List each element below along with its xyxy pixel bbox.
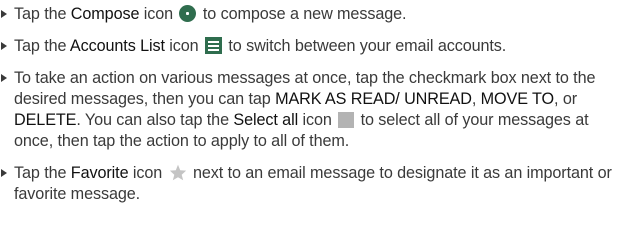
delete-label: DELETE [14, 111, 77, 129]
move-to-label: MOVE TO [480, 90, 555, 108]
list-item: Tap the Compose icon to compose a new me… [0, 4, 622, 25]
select-all-label: Select all [233, 111, 299, 129]
compose-label: Compose [70, 5, 140, 23]
list-item: Tap the Favorite icon next to an email m… [0, 163, 622, 205]
bullet-arrow-icon [1, 42, 7, 50]
bullet-arrow-icon [1, 10, 7, 18]
list-item: To take an action on various messages at… [0, 68, 622, 152]
select-all-checkbox-icon [338, 112, 355, 128]
compose-icon [179, 5, 197, 22]
accounts-list-icon [204, 37, 222, 54]
bullet-arrow-icon [1, 74, 7, 82]
bullet-arrow-icon [1, 169, 7, 177]
favorite-label: Favorite [70, 164, 129, 182]
favorite-star-icon [169, 164, 186, 181]
accounts-list-label: Accounts List [69, 37, 165, 55]
instructions-document: Tap the Compose icon to compose a new me… [0, 0, 622, 251]
mark-as-read-unread-label: MARK AS READ/ UNREAD [275, 90, 472, 108]
list-item: Tap the Accounts List icon to switch bet… [0, 36, 622, 57]
